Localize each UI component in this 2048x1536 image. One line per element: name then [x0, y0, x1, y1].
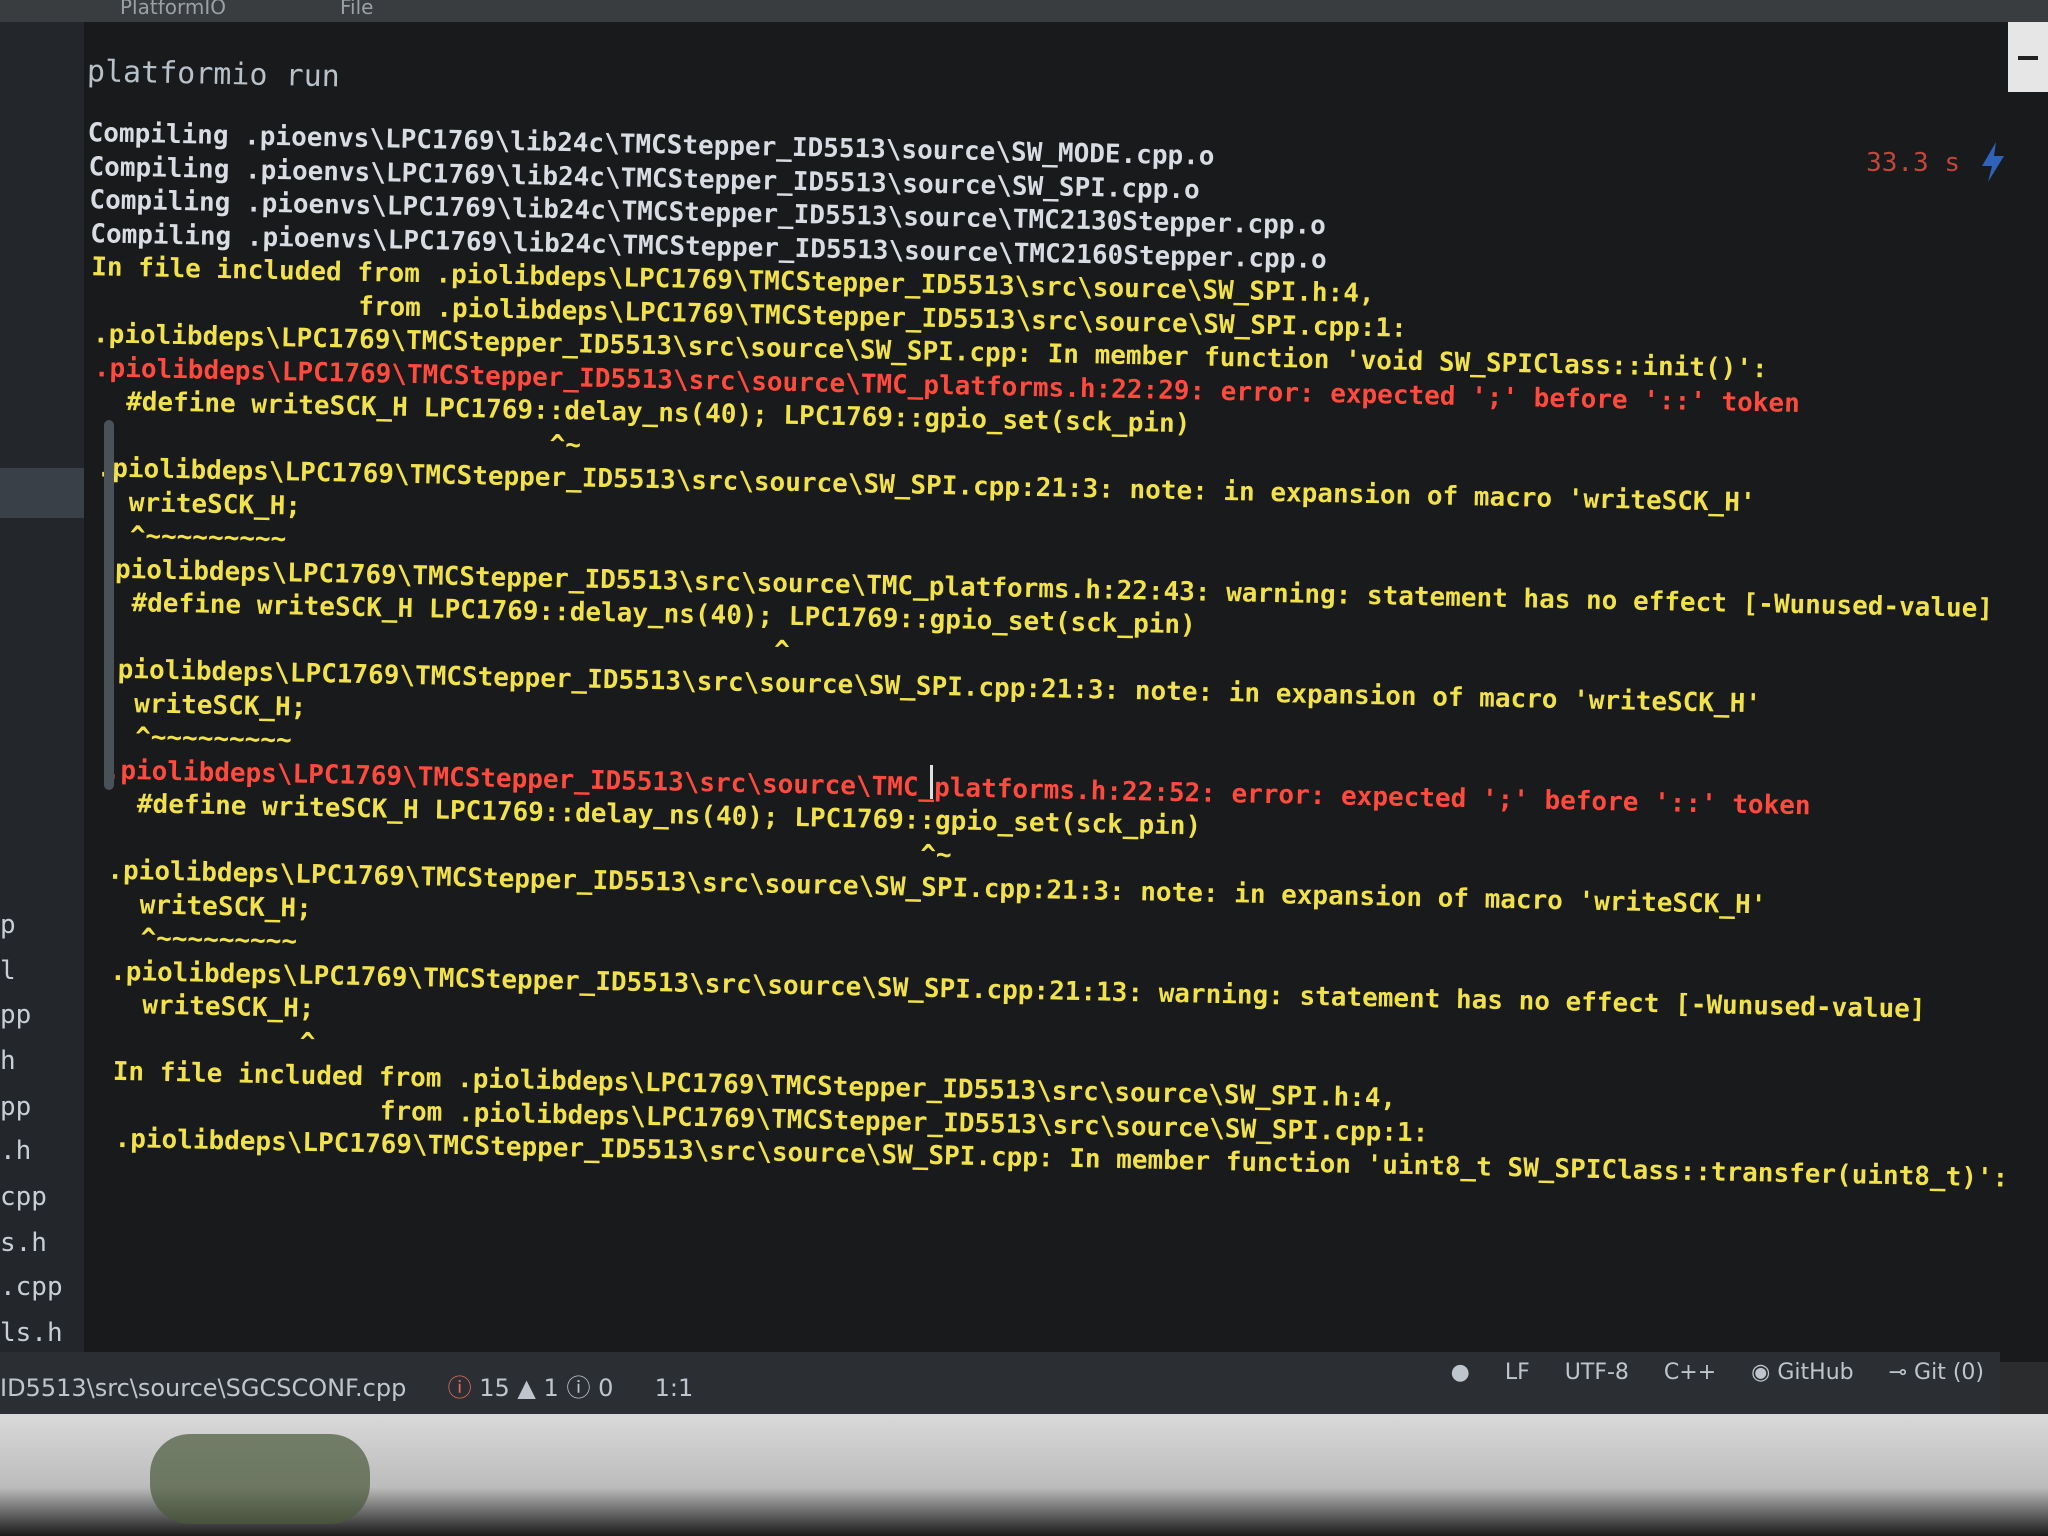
terminal-line: writeSCK_H;: [97, 486, 302, 522]
terminal-line: writeSCK_H;: [110, 989, 315, 1025]
terminal-line: .piolibdeps\LPC1769\TMCStepper_ID5513\sr…: [96, 453, 1756, 519]
terminal-line: ^~~~~~~~~~: [103, 721, 292, 756]
warning-count[interactable]: 1: [544, 1374, 559, 1402]
sidebar-item[interactable]: pp: [0, 1000, 31, 1030]
sidebar-item[interactable]: l: [0, 956, 16, 986]
menu-item-platformio[interactable]: PlatformIO: [120, 0, 226, 18]
cursor-position[interactable]: 1:1: [655, 1374, 694, 1402]
menu-bar: PlatformIO File: [0, 0, 2048, 22]
git-button[interactable]: ⊸ Git (0): [1889, 1360, 1984, 1385]
info-count[interactable]: 0: [598, 1374, 613, 1402]
terminal-scrollbar[interactable]: [104, 420, 114, 790]
desktop-wallpaper: [150, 1434, 370, 1524]
git-icon: ⊸: [1888, 1360, 1908, 1385]
warning-icon: ▲: [517, 1374, 536, 1402]
minimize-icon[interactable]: [2018, 56, 2038, 60]
terminal-output: platformio run Compiling .pioenvs\LPC176…: [84, 22, 2048, 1362]
sidebar-item[interactable]: .cpp: [0, 1272, 63, 1302]
error-icon: ⓘ: [447, 1374, 472, 1402]
terminal-panel[interactable]: platformio run Compiling .pioenvs\LPC176…: [84, 22, 2048, 1362]
terminal-line: .piolibdeps\LPC1769\TMCStepper_ID5513\sr…: [109, 956, 1926, 1025]
terminal-command: platformio run: [86, 54, 341, 95]
sidebar-item[interactable]: h: [0, 1046, 16, 1076]
line-ending[interactable]: LF: [1505, 1360, 1530, 1385]
error-count[interactable]: 15: [479, 1374, 510, 1402]
dot-icon: ●: [1450, 1360, 1470, 1385]
status-bar: ID5513\src\source\SGCSCONF.cpp ⓘ 15 ▲ 1 …: [0, 1352, 2000, 1414]
terminal-line: writeSCK_H;: [108, 889, 313, 924]
terminal-line: writeSCK_H;: [102, 688, 307, 723]
sidebar-item[interactable]: p: [0, 910, 16, 940]
github-icon: ◉: [1751, 1360, 1771, 1385]
encoding[interactable]: UTF-8: [1565, 1360, 1629, 1385]
window-controls: [2008, 22, 2048, 92]
lightning-icon[interactable]: [1978, 140, 2008, 184]
menu-item-file[interactable]: File: [340, 0, 373, 18]
sidebar-item[interactable]: pp: [0, 1092, 31, 1122]
sidebar-item[interactable]: ls.h: [0, 1318, 63, 1348]
terminal-line: ^~~~~~~~~~: [98, 520, 287, 555]
terminal-line: .piolibdeps\LPC1769\TMCStepper_ID5513\sr…: [101, 654, 1762, 720]
terminal-line: ^~~~~~~~~~: [108, 922, 298, 957]
file-tree-sidebar: p l pp h pp .h cpp s.h .cpp ls.h: [0, 22, 84, 1362]
sidebar-selected-item[interactable]: [0, 468, 84, 518]
text-cursor: [930, 765, 933, 799]
status-file-path[interactable]: ID5513\src\source\SGCSCONF.cpp: [0, 1374, 406, 1402]
sidebar-item[interactable]: cpp: [0, 1182, 47, 1212]
sidebar-item[interactable]: s.h: [0, 1228, 47, 1258]
info-icon: ⓘ: [566, 1374, 591, 1402]
github-button[interactable]: ◉ GitHub: [1751, 1360, 1853, 1385]
sidebar-item[interactable]: .h: [0, 1136, 31, 1166]
elapsed-time: 33.3 s: [1866, 148, 1960, 178]
terminal-line: ^: [111, 1023, 316, 1058]
desktop-background: [0, 1414, 2048, 1536]
language-mode[interactable]: C++: [1664, 1360, 1716, 1385]
